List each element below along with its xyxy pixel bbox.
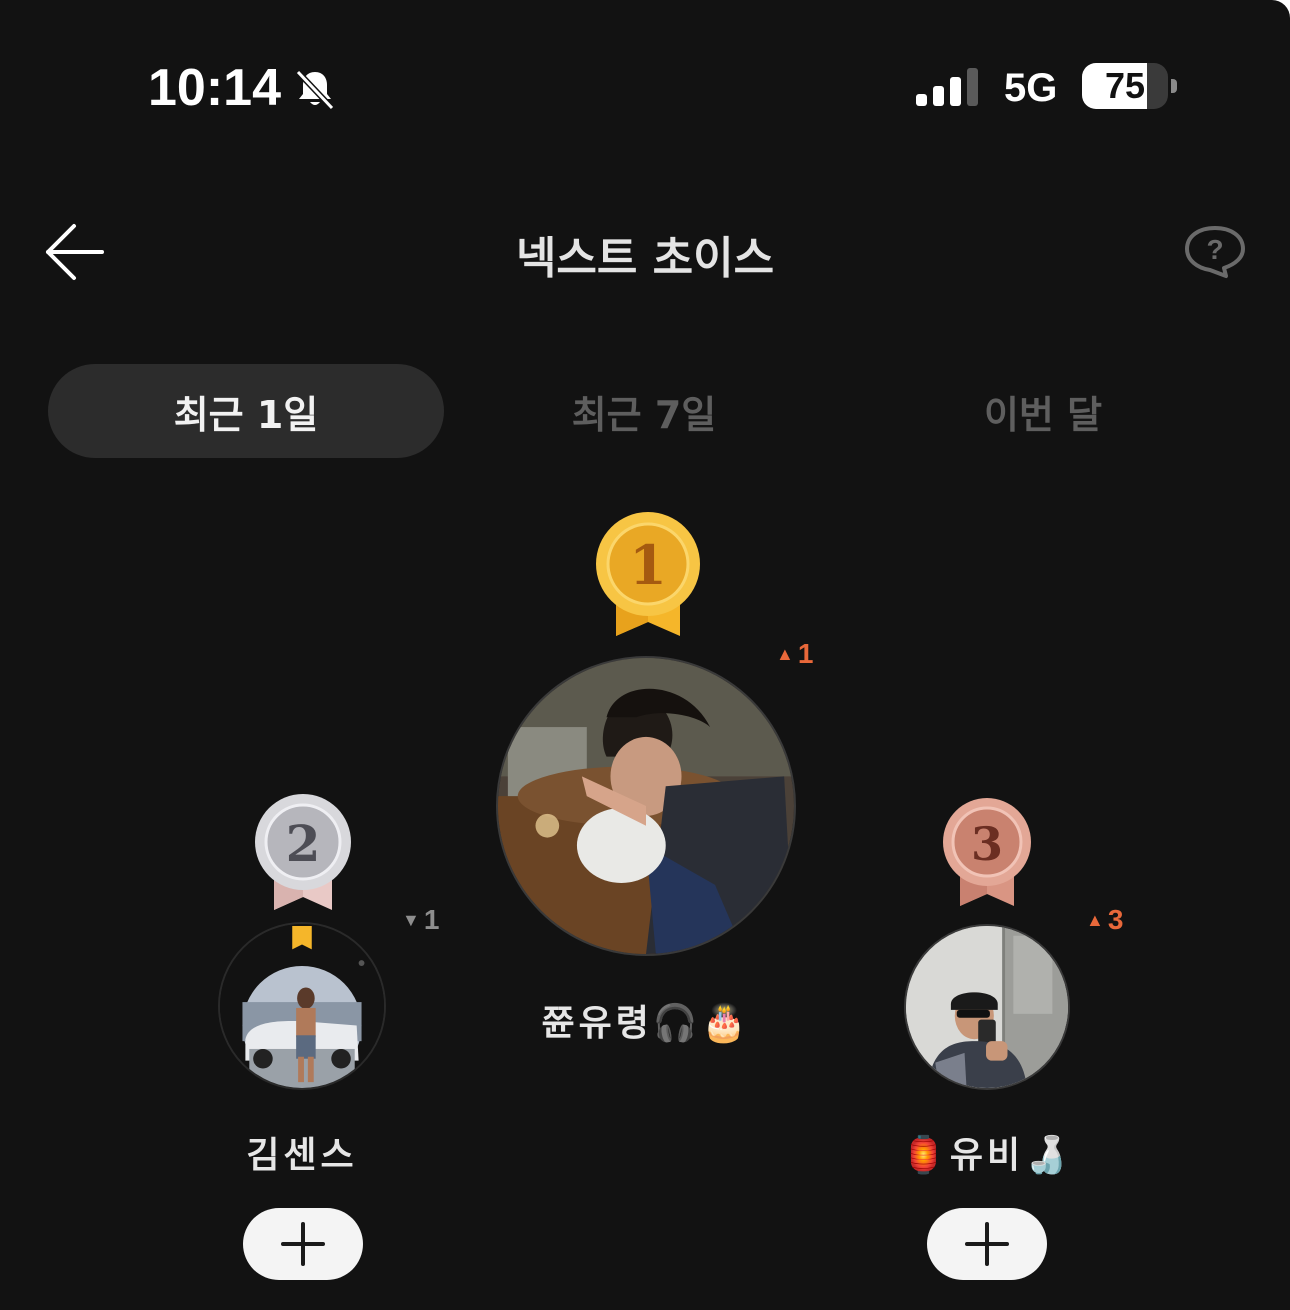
user-name-first: 쮼유령🎧🎂 (541, 1003, 751, 1044)
avatar-third[interactable] (904, 924, 1070, 1090)
rank-change-value: 3 (1107, 904, 1124, 935)
profile-photo (498, 658, 794, 954)
svg-text:?: ? (1206, 234, 1223, 265)
bell-slash-icon (295, 69, 335, 111)
user-name-second: 김센스 (246, 1135, 358, 1176)
rank-change-value: 1 (797, 638, 814, 669)
avatar-first[interactable] (496, 656, 796, 956)
network-label: 5G (1004, 66, 1058, 110)
silver-medal-icon: 2 (255, 794, 351, 910)
plus-icon (965, 1222, 1009, 1266)
add-button-second[interactable] (243, 1208, 363, 1280)
rank-change-second: ▼ 1 (402, 904, 439, 936)
battery-tip (1171, 79, 1177, 93)
medal-rank-2: 2 (286, 814, 321, 873)
profile-photo (906, 926, 1068, 1088)
question-bubble-icon[interactable]: ? (1182, 224, 1248, 280)
profile-photo (220, 924, 384, 1088)
tab-recent-1-day[interactable]: 최근 1일 (48, 364, 444, 458)
rank-up-icon: ▲ (776, 644, 794, 664)
plus-icon (281, 1222, 325, 1266)
rank-change-first: ▲ 1 (776, 638, 813, 670)
app-screen: 10:14 5G 75 넥스트 초이스 ? 최근 1일 최근 7일 이번 달 1 (0, 0, 1290, 1310)
medal-rank-3: 3 (971, 817, 1003, 871)
rank-up-icon: ▲ (1086, 910, 1104, 930)
add-button-third[interactable] (927, 1208, 1047, 1280)
bronze-medal-icon: 3 (943, 798, 1031, 906)
battery-percent: 75 (1104, 65, 1146, 106)
cellular-signal-icon (916, 68, 978, 106)
gold-medal-icon: 1 (596, 512, 700, 636)
page-title: 넥스트 초이스 (515, 233, 775, 284)
rank-change-third: ▲ 3 (1086, 904, 1123, 936)
tab-recent-7-days[interactable]: 최근 7일 (446, 364, 842, 458)
battery-indicator: 75 (1082, 63, 1168, 109)
rank-change-value: 1 (423, 904, 440, 935)
user-name-third: 🏮유비🍶 (901, 1135, 1073, 1176)
status-time: 10:14 (148, 59, 281, 117)
rank-down-icon: ▼ (402, 910, 420, 930)
avatar-second[interactable] (218, 922, 386, 1090)
medal-rank-1: 1 (629, 533, 667, 597)
tab-this-month[interactable]: 이번 달 (845, 364, 1241, 458)
